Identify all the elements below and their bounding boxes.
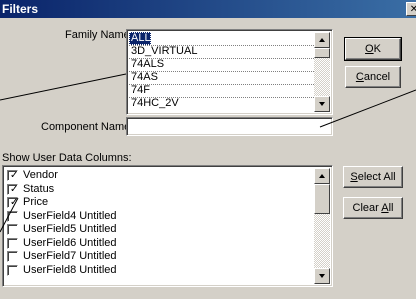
cancel-rest: ancel	[363, 71, 391, 83]
user-column-checkbox[interactable]	[7, 224, 18, 235]
user-column-label: Price	[23, 196, 49, 208]
user-column-checkbox[interactable]: ✓	[7, 197, 18, 208]
scroll-down-button[interactable]	[314, 268, 330, 284]
user-column-label: UserField5 Untitled	[23, 223, 117, 235]
checkmark-icon: ✓	[10, 197, 19, 208]
user-column-item[interactable]: ✓ Status	[3, 183, 313, 196]
user-column-label: UserField7 Untitled	[23, 250, 117, 262]
user-column-checkbox[interactable]	[7, 264, 18, 276]
user-column-label: UserField8 Untitled	[23, 263, 117, 276]
window-title: Filters	[2, 2, 39, 16]
list-row-separator	[129, 71, 314, 73]
clear-all-button[interactable]: Clear All	[343, 197, 403, 219]
checkmark-icon: ✓	[10, 183, 19, 195]
list-row-separator	[129, 84, 314, 86]
list-row-separator	[129, 97, 314, 99]
scroll-down-button[interactable]	[314, 96, 330, 112]
user-column-item[interactable]: UserField6 Untitled	[3, 237, 313, 250]
user-column-item[interactable]: UserField5 Untitled	[3, 223, 313, 236]
user-column-item[interactable]: ✓ Price	[3, 196, 313, 209]
select-all-button[interactable]: Select All	[343, 166, 403, 188]
user-column-checkbox[interactable]: ✓	[7, 183, 19, 195]
user-column-item[interactable]: UserField4 Untitled	[3, 210, 313, 223]
scroll-thumb[interactable]	[314, 184, 330, 214]
clear-all-accel: A	[381, 202, 389, 214]
user-column-checkbox[interactable]	[7, 251, 18, 262]
user-columns-scrollbar[interactable]	[314, 168, 330, 284]
user-columns-list[interactable]: ✓ Vendor ✓ Status ✓ Price UserField4 Untitled U…	[2, 165, 333, 287]
cancel-accel: C	[355, 71, 364, 83]
select-all-accel: S	[350, 171, 358, 183]
user-column-label: Status	[23, 182, 55, 195]
component-name-input[interactable]	[126, 117, 333, 136]
cancel-button[interactable]: Cancel	[345, 66, 401, 88]
user-column-label: UserField6 Untitled	[23, 236, 117, 249]
user-column-checkbox[interactable]	[7, 210, 18, 222]
user-column-label: Vendor	[23, 169, 58, 181]
checkmark-icon: ✓	[10, 170, 19, 181]
title-bar: Filters ✕	[0, 0, 416, 18]
scroll-up-button[interactable]	[314, 168, 330, 184]
arrow-up-icon	[319, 174, 325, 178]
user-column-item[interactable]: UserField8 Untitled	[3, 264, 313, 277]
arrow-down-icon	[319, 274, 325, 278]
ok-accel: O	[365, 43, 374, 55]
arrow-up-icon	[319, 38, 325, 42]
user-column-label: UserField4 Untitled	[23, 209, 117, 222]
family-list-scrollbar[interactable]	[314, 32, 330, 112]
user-column-item[interactable]: UserField7 Untitled	[3, 250, 313, 263]
clear-all-pre: Clear	[352, 202, 382, 214]
filters-dialog: Filters ✕ Family Name: ALL 3D_VIRTUAL 74AL…	[0, 0, 416, 299]
family-list-item[interactable]: ALL	[129, 32, 151, 45]
family-name-label: Family Name:	[65, 29, 133, 41]
scroll-thumb[interactable]	[314, 48, 330, 58]
component-name-label: Component Name:	[41, 121, 134, 133]
list-row-separator	[129, 58, 314, 60]
ok-rest: K	[373, 43, 381, 55]
ok-button[interactable]: OK	[344, 37, 402, 61]
clear-all-rest: ll	[388, 202, 394, 214]
list-row-separator	[129, 45, 314, 47]
select-all-rest: elect All	[357, 171, 396, 183]
scroll-up-button[interactable]	[314, 32, 330, 48]
family-name-list[interactable]: ALL 3D_VIRTUAL 74ALS 74AS 74F 74HC_2V	[126, 29, 333, 115]
user-column-item[interactable]: ✓ Vendor	[3, 169, 313, 182]
user-column-checkbox[interactable]: ✓	[7, 170, 18, 181]
user-columns-label: Show User Data Columns:	[2, 152, 132, 164]
screenshot-canvas: Filters ✕ Family Name: ALL 3D_VIRTUAL 74AL…	[0, 0, 416, 299]
arrow-down-icon	[319, 102, 325, 106]
user-column-checkbox[interactable]	[7, 237, 18, 249]
close-icon[interactable]: ✕	[406, 2, 416, 16]
